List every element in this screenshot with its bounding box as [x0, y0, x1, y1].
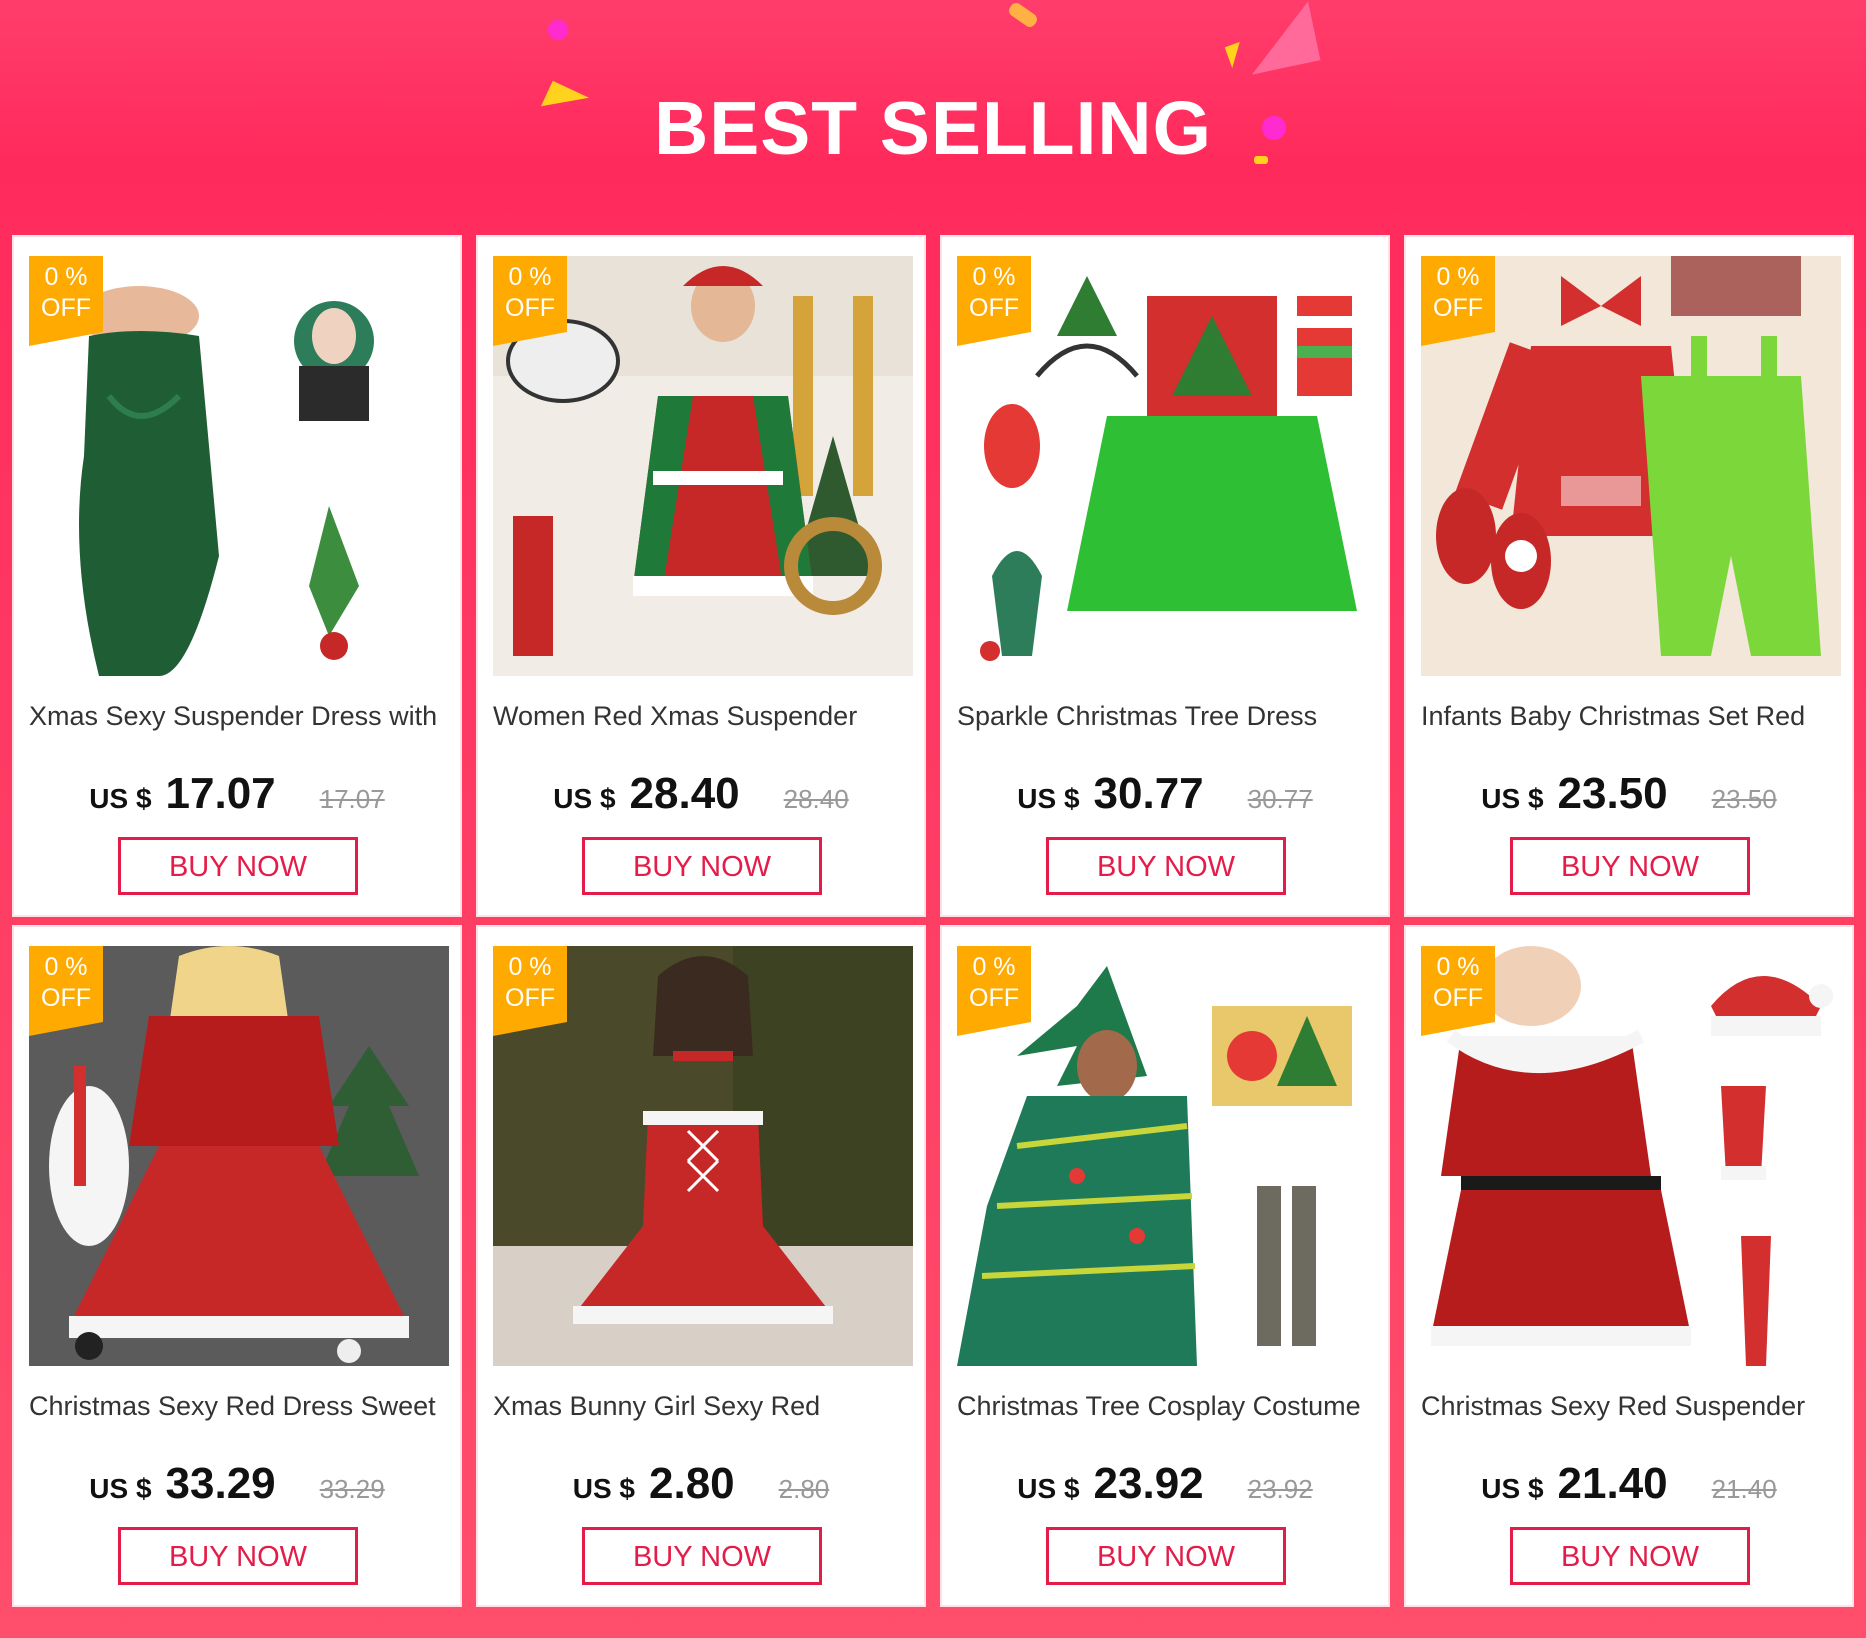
- discount-percent: 0 %: [1436, 263, 1480, 291]
- product-card[interactable]: 0 % OFF Christmas Sexy Red Dress Sweet U…: [12, 925, 462, 1607]
- discount-percent: 0 %: [508, 263, 552, 291]
- currency-label: US $: [572, 1473, 635, 1504]
- price-row: US $ 2.80 2.80: [478, 1459, 924, 1509]
- price-row: US $ 28.40 28.40: [478, 769, 924, 819]
- confetti-triangle: [1239, 1, 1321, 75]
- buy-now-button[interactable]: BUY NOW: [118, 837, 358, 895]
- discount-off-label: OFF: [41, 294, 91, 322]
- discount-percent: 0 %: [1436, 953, 1480, 981]
- discount-off-label: OFF: [41, 984, 91, 1012]
- price-row: US $ 21.40 21.40: [1406, 1459, 1852, 1509]
- confetti-dot: [548, 20, 568, 40]
- discount-percent: 0 %: [972, 263, 1016, 291]
- original-price: 30.77: [1247, 784, 1313, 814]
- product-name[interactable]: Christmas Sexy Red Suspender: [1421, 1391, 1842, 1422]
- discount-badge: 0 % OFF: [1421, 946, 1495, 1036]
- current-price: 23.92: [1093, 1459, 1204, 1508]
- original-price: 23.92: [1247, 1474, 1313, 1504]
- confetti-triangle: [1224, 41, 1248, 69]
- page-title: BEST SELLING: [654, 86, 1212, 170]
- discount-badge: 0 % OFF: [29, 946, 103, 1036]
- price-row: US $ 23.50 23.50: [1406, 769, 1852, 819]
- buy-now-button[interactable]: BUY NOW: [1510, 1527, 1750, 1585]
- current-price: 23.50: [1557, 769, 1668, 818]
- discount-off-label: OFF: [1433, 294, 1483, 322]
- currency-label: US $: [1481, 783, 1544, 814]
- product-card[interactable]: 0 % OFF Xmas Sexy Suspender Dress with U…: [12, 235, 462, 917]
- discount-badge: 0 % OFF: [493, 946, 567, 1036]
- price-row: US $ 33.29 33.29: [14, 1459, 460, 1509]
- original-price: 23.50: [1711, 784, 1777, 814]
- currency-label: US $: [1481, 1473, 1544, 1504]
- price-row: US $ 30.77 30.77: [942, 769, 1388, 819]
- discount-off-label: OFF: [969, 984, 1019, 1012]
- product-name[interactable]: Christmas Sexy Red Dress Sweet: [29, 1391, 450, 1422]
- product-card[interactable]: 0 % OFF Christmas Tree Cosplay Costume U…: [940, 925, 1390, 1607]
- discount-badge: 0 % OFF: [493, 256, 567, 346]
- current-price: 2.80: [649, 1459, 735, 1508]
- price-row: US $ 17.07 17.07: [14, 769, 460, 819]
- discount-badge: 0 % OFF: [1421, 256, 1495, 346]
- original-price: 21.40: [1711, 1474, 1777, 1504]
- buy-now-button[interactable]: BUY NOW: [118, 1527, 358, 1585]
- current-price: 30.77: [1093, 769, 1204, 818]
- currency-label: US $: [1017, 1473, 1080, 1504]
- discount-percent: 0 %: [44, 953, 88, 981]
- original-price: 33.29: [319, 1474, 385, 1504]
- product-card[interactable]: 0 % OFF Sparkle Christmas Tree Dress US …: [940, 235, 1390, 917]
- current-price: 33.29: [165, 1459, 276, 1508]
- product-grid: 0 % OFF Xmas Sexy Suspender Dress with U…: [12, 235, 1854, 1607]
- discount-percent: 0 %: [972, 953, 1016, 981]
- discount-badge: 0 % OFF: [957, 946, 1031, 1036]
- discount-off-label: OFF: [969, 294, 1019, 322]
- product-name[interactable]: Xmas Bunny Girl Sexy Red: [493, 1391, 914, 1422]
- buy-now-button[interactable]: BUY NOW: [1046, 837, 1286, 895]
- product-card[interactable]: 0 % OFF Women Red Xmas Suspender US $ 28…: [476, 235, 926, 917]
- currency-label: US $: [89, 1473, 152, 1504]
- discount-off-label: OFF: [505, 294, 555, 322]
- buy-now-button[interactable]: BUY NOW: [1510, 837, 1750, 895]
- product-card[interactable]: 0 % OFF Xmas Bunny Girl Sexy Red US $ 2.…: [476, 925, 926, 1607]
- original-price: 28.40: [783, 784, 849, 814]
- product-name[interactable]: Xmas Sexy Suspender Dress with: [29, 701, 450, 732]
- product-name[interactable]: Women Red Xmas Suspender: [493, 701, 914, 732]
- product-name[interactable]: Sparkle Christmas Tree Dress: [957, 701, 1378, 732]
- best-selling-page: BEST SELLING 0 % OFF Xmas Sexy Suspender…: [0, 0, 1866, 1638]
- discount-off-label: OFF: [505, 984, 555, 1012]
- current-price: 28.40: [629, 769, 740, 818]
- current-price: 17.07: [165, 769, 276, 818]
- currency-label: US $: [1017, 783, 1080, 814]
- original-price: 2.80: [778, 1474, 830, 1504]
- currency-label: US $: [553, 783, 616, 814]
- product-name[interactable]: Infants Baby Christmas Set Red: [1421, 701, 1842, 732]
- product-card[interactable]: 0 % OFF Infants Baby Christmas Set Red U…: [1404, 235, 1854, 917]
- buy-now-button[interactable]: BUY NOW: [1046, 1527, 1286, 1585]
- discount-badge: 0 % OFF: [957, 256, 1031, 346]
- buy-now-button[interactable]: BUY NOW: [582, 837, 822, 895]
- discount-percent: 0 %: [44, 263, 88, 291]
- buy-now-button[interactable]: BUY NOW: [582, 1527, 822, 1585]
- discount-badge: 0 % OFF: [29, 256, 103, 346]
- current-price: 21.40: [1557, 1459, 1668, 1508]
- currency-label: US $: [89, 783, 152, 814]
- original-price: 17.07: [319, 784, 385, 814]
- discount-off-label: OFF: [1433, 984, 1483, 1012]
- discount-percent: 0 %: [508, 953, 552, 981]
- product-name[interactable]: Christmas Tree Cosplay Costume: [957, 1391, 1378, 1422]
- product-card[interactable]: 0 % OFF Christmas Sexy Red Suspender US …: [1404, 925, 1854, 1607]
- price-row: US $ 23.92 23.92: [942, 1459, 1388, 1509]
- confetti-streak: [1006, 0, 1040, 30]
